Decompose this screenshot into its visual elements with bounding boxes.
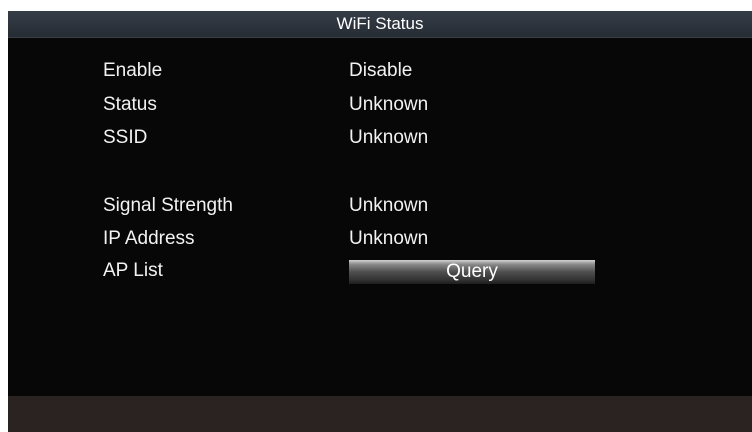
status-row: Status Unknown (8, 91, 752, 119)
ssid-label: SSID (103, 127, 148, 148)
wifi-status-screen: WiFi Status Enable Disable Status Unknow… (8, 11, 752, 432)
window-title: WiFi Status (8, 11, 752, 38)
enable-label: Enable (103, 60, 163, 81)
ip-address-row: IP Address Unknown (8, 225, 752, 253)
ssid-row: SSID Unknown (8, 124, 752, 152)
signal-strength-row: Signal Strength Unknown (8, 192, 752, 220)
ip-address-label: IP Address (103, 228, 195, 249)
query-button[interactable]: Query (349, 260, 595, 284)
status-value: Unknown (349, 94, 429, 115)
ssid-value: Unknown (349, 127, 429, 148)
ip-address-value: Unknown (349, 228, 429, 249)
ap-list-row: AP List Query (8, 257, 752, 285)
signal-strength-label: Signal Strength (103, 195, 233, 216)
status-label: Status (103, 94, 157, 115)
ap-list-label: AP List (103, 260, 163, 281)
enable-value: Disable (349, 60, 413, 81)
bottom-bar (8, 396, 752, 432)
enable-row: Enable Disable (8, 57, 752, 85)
signal-strength-value: Unknown (349, 195, 429, 216)
